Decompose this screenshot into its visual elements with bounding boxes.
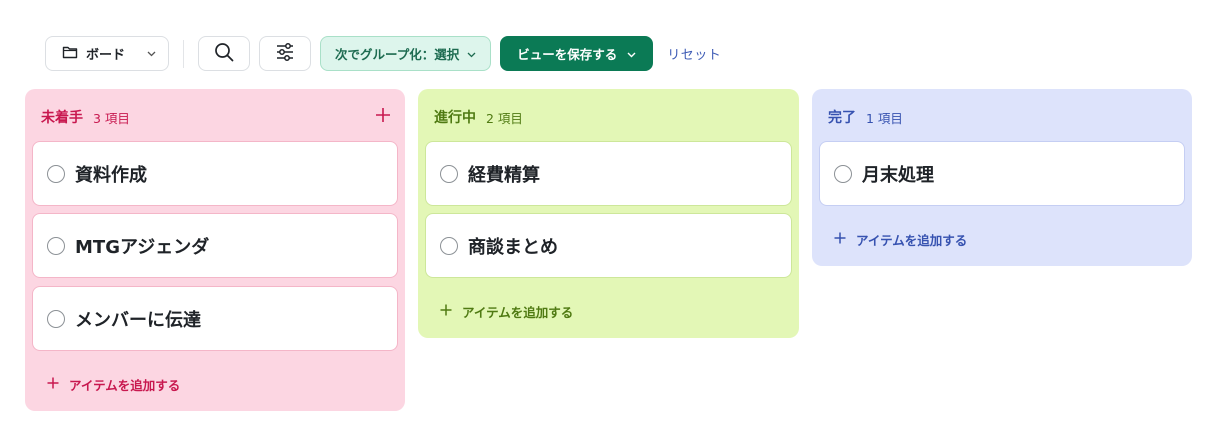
card-title: 月末処理 xyxy=(862,164,934,186)
save-view-label: ビューを保存する xyxy=(517,47,618,62)
toolbar: ボード 次でグループ化：選択 ビューを保存する リセット xyxy=(45,36,721,71)
card-title: 経費精算 xyxy=(468,164,540,186)
checkbox-circle-icon[interactable] xyxy=(47,236,65,255)
column-count: 2 項目 xyxy=(486,110,523,126)
column-count: 3 項目 xyxy=(93,110,130,126)
add-item-label: アイテムを追加する xyxy=(462,305,574,320)
column-title: 未着手 xyxy=(41,110,83,126)
plus-icon xyxy=(834,232,846,247)
group-by-label: 次でグループ化：選択 xyxy=(335,47,460,62)
plus-icon xyxy=(47,377,59,392)
add-item-button[interactable]: アイテムを追加する xyxy=(440,302,573,321)
view-selector-label: ボード xyxy=(86,48,126,63)
chevron-down-icon xyxy=(467,46,476,61)
card[interactable]: 月末処理 xyxy=(819,141,1185,206)
column-header: 未着手 3 項目 xyxy=(41,103,391,131)
card[interactable]: 商談まとめ xyxy=(425,213,792,278)
sliders-icon xyxy=(275,42,295,65)
save-view-button[interactable]: ビューを保存する xyxy=(500,36,654,71)
add-icon[interactable] xyxy=(375,107,391,127)
board-page: ボード 次でグループ化：選択 ビューを保存する リセット 未着手 3 項目 資料… xyxy=(0,0,1224,447)
column-todo: 未着手 3 項目 資料作成 MTGアジェンダ メンバーに伝達 アイテムを追加する xyxy=(25,89,405,411)
card[interactable]: 資料作成 xyxy=(32,141,398,206)
group-by-button[interactable]: 次でグループ化：選択 xyxy=(320,36,492,71)
column-header: 完了 1 項目 xyxy=(828,103,1178,131)
checkbox-circle-icon[interactable] xyxy=(47,164,65,183)
checkbox-circle-icon[interactable] xyxy=(440,164,458,183)
plus-icon xyxy=(440,304,452,319)
column-done: 完了 1 項目 月末処理 アイテムを追加する xyxy=(812,89,1192,266)
chevron-down-icon xyxy=(627,46,636,61)
card-title: 資料作成 xyxy=(75,164,147,186)
column-title: 進行中 xyxy=(434,110,476,126)
card[interactable]: MTGアジェンダ xyxy=(32,213,398,278)
checkbox-circle-icon[interactable] xyxy=(47,309,65,328)
card[interactable]: メンバーに伝達 xyxy=(32,286,398,351)
add-item-button[interactable]: アイテムを追加する xyxy=(834,230,967,249)
reset-link[interactable]: リセット xyxy=(667,44,721,63)
card-title: 商談まとめ xyxy=(468,236,558,258)
search-icon xyxy=(214,42,234,66)
toolbar-divider xyxy=(183,39,184,68)
column-count: 1 項目 xyxy=(866,110,903,126)
chevron-down-icon xyxy=(147,46,156,61)
add-item-button[interactable]: アイテムを追加する xyxy=(47,375,180,394)
card-title: メンバーに伝達 xyxy=(75,309,201,331)
checkbox-circle-icon[interactable] xyxy=(834,164,852,183)
column-in-progress: 進行中 2 項目 経費精算 商談まとめ アイテムを追加する xyxy=(418,89,799,338)
card-title: MTGアジェンダ xyxy=(75,236,210,258)
column-title: 完了 xyxy=(828,110,856,126)
filter-settings-button[interactable] xyxy=(259,36,311,71)
search-button[interactable] xyxy=(198,36,250,71)
add-item-label: アイテムを追加する xyxy=(856,233,968,248)
view-selector-button[interactable]: ボード xyxy=(45,36,169,71)
card[interactable]: 経費精算 xyxy=(425,141,792,206)
checkbox-circle-icon[interactable] xyxy=(440,236,458,255)
add-item-label: アイテムを追加する xyxy=(69,378,181,393)
column-header: 進行中 2 項目 xyxy=(434,103,785,131)
folder-icon xyxy=(62,45,78,63)
